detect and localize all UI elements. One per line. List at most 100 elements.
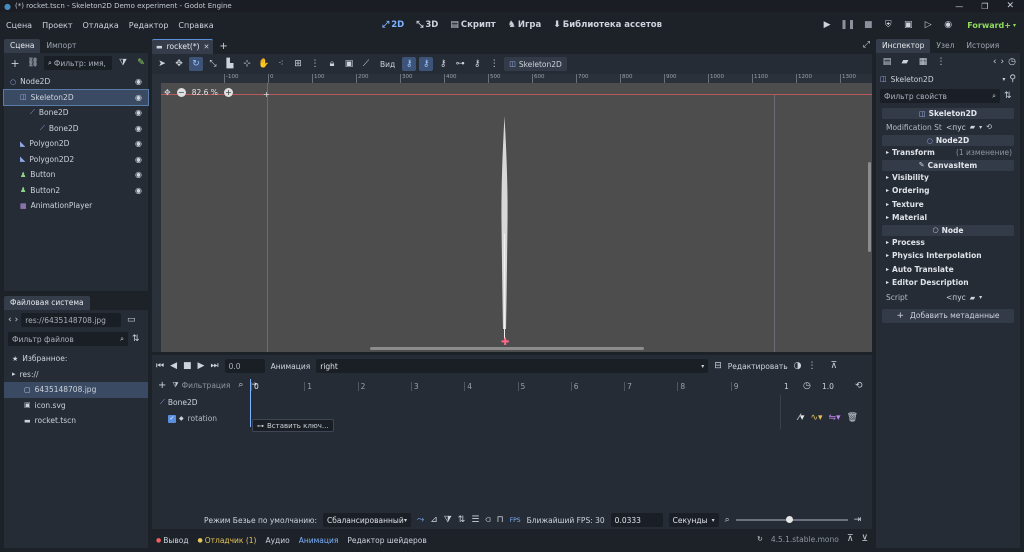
visibility-eye-icon[interactable]: ◉ — [135, 93, 142, 102]
add-node-icon[interactable]: + — [8, 56, 22, 70]
group-tracks-icon[interactable]: ☰ — [471, 515, 479, 525]
animation-time-input[interactable]: 0.0 — [224, 359, 265, 373]
scene-tree-item[interactable]: ▦ AnimationPlayer — [4, 198, 148, 214]
split-view-icon[interactable]: ▭ — [124, 313, 138, 327]
reset-icon[interactable]: ⟲ — [986, 123, 992, 131]
tab-audio[interactable]: Аудио — [265, 536, 289, 545]
visibility-eye-icon[interactable]: ◉ — [135, 170, 142, 179]
add-metadata-button[interactable]: + Добавить метаданные — [882, 308, 1014, 323]
animation-length-input[interactable]: 1.0 — [822, 382, 834, 391]
tab-shader-editor[interactable]: Редактор шейдеров — [347, 536, 426, 545]
scene-tree-item[interactable]: ♟ Button ◉ — [4, 167, 148, 183]
play-backwards-icon[interactable]: ◀ — [170, 361, 177, 371]
time-unit-select[interactable]: Секунды ▾ — [668, 513, 719, 527]
view-menu[interactable]: Вид — [380, 60, 395, 69]
chevron-down-icon[interactable]: ▾ — [979, 294, 982, 301]
pause-icon[interactable]: ❚❚ — [840, 18, 855, 32]
close-window-icon[interactable]: ✕ — [1006, 1, 1014, 11]
filter-icon[interactable]: ⧩ — [116, 56, 130, 70]
workspace-game[interactable]: ♞ Игра — [508, 20, 541, 30]
play-custom-icon[interactable]: ▷ — [921, 18, 935, 32]
sort-icon[interactable]: ⇅ — [132, 334, 140, 344]
step-input[interactable]: 0.0333 — [610, 513, 663, 527]
file-filter-input[interactable]: Фильтр файлов ⌕ — [8, 332, 128, 346]
stop-icon[interactable]: ■ — [861, 18, 875, 32]
file-tree-item[interactable]: ▣ icon.svg — [4, 398, 148, 414]
scene-tree-item[interactable]: ⟋ Bone2D ◉ — [4, 121, 148, 137]
visibility-eye-icon[interactable]: ◉ — [135, 139, 142, 148]
ruler-tool-icon[interactable]: ▙ — [223, 57, 237, 71]
visibility-eye-icon[interactable]: ◉ — [135, 186, 142, 195]
section-ordering[interactable]: ▸ Ordering — [876, 184, 1020, 198]
onion-skin-icon[interactable]: ◑ — [794, 361, 802, 371]
key-scale-icon[interactable]: ⚷ — [436, 57, 450, 71]
history-list-icon[interactable]: ◷ — [1008, 57, 1016, 67]
visibility-eye-icon[interactable]: ◉ — [135, 124, 142, 133]
minimize-icon[interactable]: — — [955, 2, 963, 11]
more-icon[interactable]: ⋮ — [808, 361, 817, 371]
scene-tree-item[interactable]: ◫ Skeleton2D ◉ — [3, 88, 149, 106]
scene-tab-rocket[interactable]: ▬ rocket(*) ✕ — [152, 38, 214, 54]
resource-options-icon[interactable]: ⋮ — [934, 55, 948, 69]
play-icon[interactable]: ▶ — [820, 18, 834, 32]
fps-icon[interactable]: FPS — [510, 517, 521, 524]
select-tool-icon[interactable]: ➤ — [155, 57, 169, 71]
add-track-icon[interactable]: + — [158, 380, 166, 391]
maximize-icon[interactable]: ❐ — [981, 2, 988, 11]
file-tree-item[interactable]: ▸ res:// — [4, 367, 148, 383]
scale-tool-icon[interactable]: ⤡ — [206, 57, 220, 71]
insert-key-tooltip[interactable]: ⊶ Вставить ключ... — [252, 419, 334, 432]
history-forward-icon[interactable]: › — [1001, 57, 1005, 67]
pin-icon[interactable]: ⊼ — [831, 361, 838, 371]
rotate-tool-icon[interactable]: ↻ — [189, 57, 203, 71]
stop-animation-icon[interactable]: ■ — [183, 361, 192, 371]
menu-project[interactable]: Проект — [42, 21, 72, 30]
snap-keys-icon[interactable]: ⊿ — [430, 515, 438, 525]
tab-animation[interactable]: Анимация — [299, 536, 339, 545]
skeleton-options-icon[interactable]: ⟋ — [359, 57, 373, 71]
play-from-end-icon[interactable]: ⏭ — [210, 361, 218, 371]
anim-options-icon[interactable]: ⋮ — [487, 57, 501, 71]
snap-timeline-icon[interactable]: ⊓ — [497, 515, 504, 525]
timeline-zoom-slider[interactable] — [735, 516, 848, 523]
movie-icon[interactable]: ◉ — [941, 18, 955, 32]
menu-help[interactable]: Справка — [178, 21, 213, 30]
play-backwards-from-end-icon[interactable]: ⏮ — [156, 361, 164, 371]
key-position-icon[interactable]: ⚷ — [402, 57, 417, 71]
tab-debugger[interactable]: ● Отладчик (1) — [198, 536, 257, 545]
distraction-free-icon[interactable]: ⤢ — [863, 40, 870, 50]
edit-animation-button[interactable]: Редактировать — [728, 362, 788, 371]
zoom-out-icon[interactable]: − — [176, 88, 186, 97]
file-tree-item[interactable]: ▢ 6435148708.jpg — [4, 382, 148, 398]
visibility-eye-icon[interactable]: ◉ — [135, 77, 142, 86]
pin-icon[interactable]: ⊼ — [847, 534, 854, 544]
load-resource-icon[interactable]: ▰ — [898, 55, 912, 69]
load-icon[interactable]: ▰ — [970, 294, 975, 302]
attach-script-icon[interactable]: ✎ — [134, 56, 148, 70]
scene-filter-input[interactable]: ⌕ Фильтр: имя, т — [44, 56, 112, 70]
insert-key-icon[interactable]: ⊶ — [453, 57, 467, 71]
slider-handle[interactable] — [785, 516, 793, 523]
viewport[interactable]: -100 0 100 200 300 400 500 600 700 800 900 1000 1100… — [152, 74, 872, 352]
grid-snap-icon[interactable]: ⊞ — [291, 57, 305, 71]
bezier-mode-select[interactable]: Сбалансированный ▾ — [322, 513, 411, 527]
close-tab-icon[interactable]: ✕ — [204, 43, 210, 51]
modification-stack-value[interactable]: <пус — [946, 123, 966, 132]
animation-select[interactable]: right ▾ — [316, 359, 709, 373]
play-animation-icon[interactable]: ▶ — [198, 361, 205, 371]
bone-pivot-icon[interactable]: ✚ — [501, 338, 509, 348]
section-auto-translate[interactable]: ▸ Auto Translate — [876, 263, 1020, 277]
menu-debug[interactable]: Отладка — [83, 21, 119, 30]
track-filter-input[interactable]: Фильтрация — [182, 381, 231, 390]
timeline-ruler[interactable]: 0 1 2 3 4 5 6 7 8 9 — [249, 377, 781, 393]
load-icon[interactable]: ▰ — [970, 123, 975, 131]
zoom-level[interactable]: 82.6 % — [192, 88, 218, 97]
scene-tree-item[interactable]: ◣ Polygon2D ◉ — [4, 136, 148, 152]
workspace-assetlib[interactable]: ⬇ Библиотека ассетов — [553, 20, 662, 30]
snap-options-icon[interactable]: ⋮ — [308, 57, 322, 71]
section-editor-description[interactable]: ▸ Editor Description — [876, 276, 1020, 290]
pan-tool-icon[interactable]: ✋ — [257, 57, 271, 71]
workspace-script[interactable]: ▤ Скрипт — [450, 20, 495, 30]
bezier-editor-icon[interactable]: ⤳ — [417, 515, 424, 525]
move-tool-icon[interactable]: ✥ — [172, 57, 186, 71]
